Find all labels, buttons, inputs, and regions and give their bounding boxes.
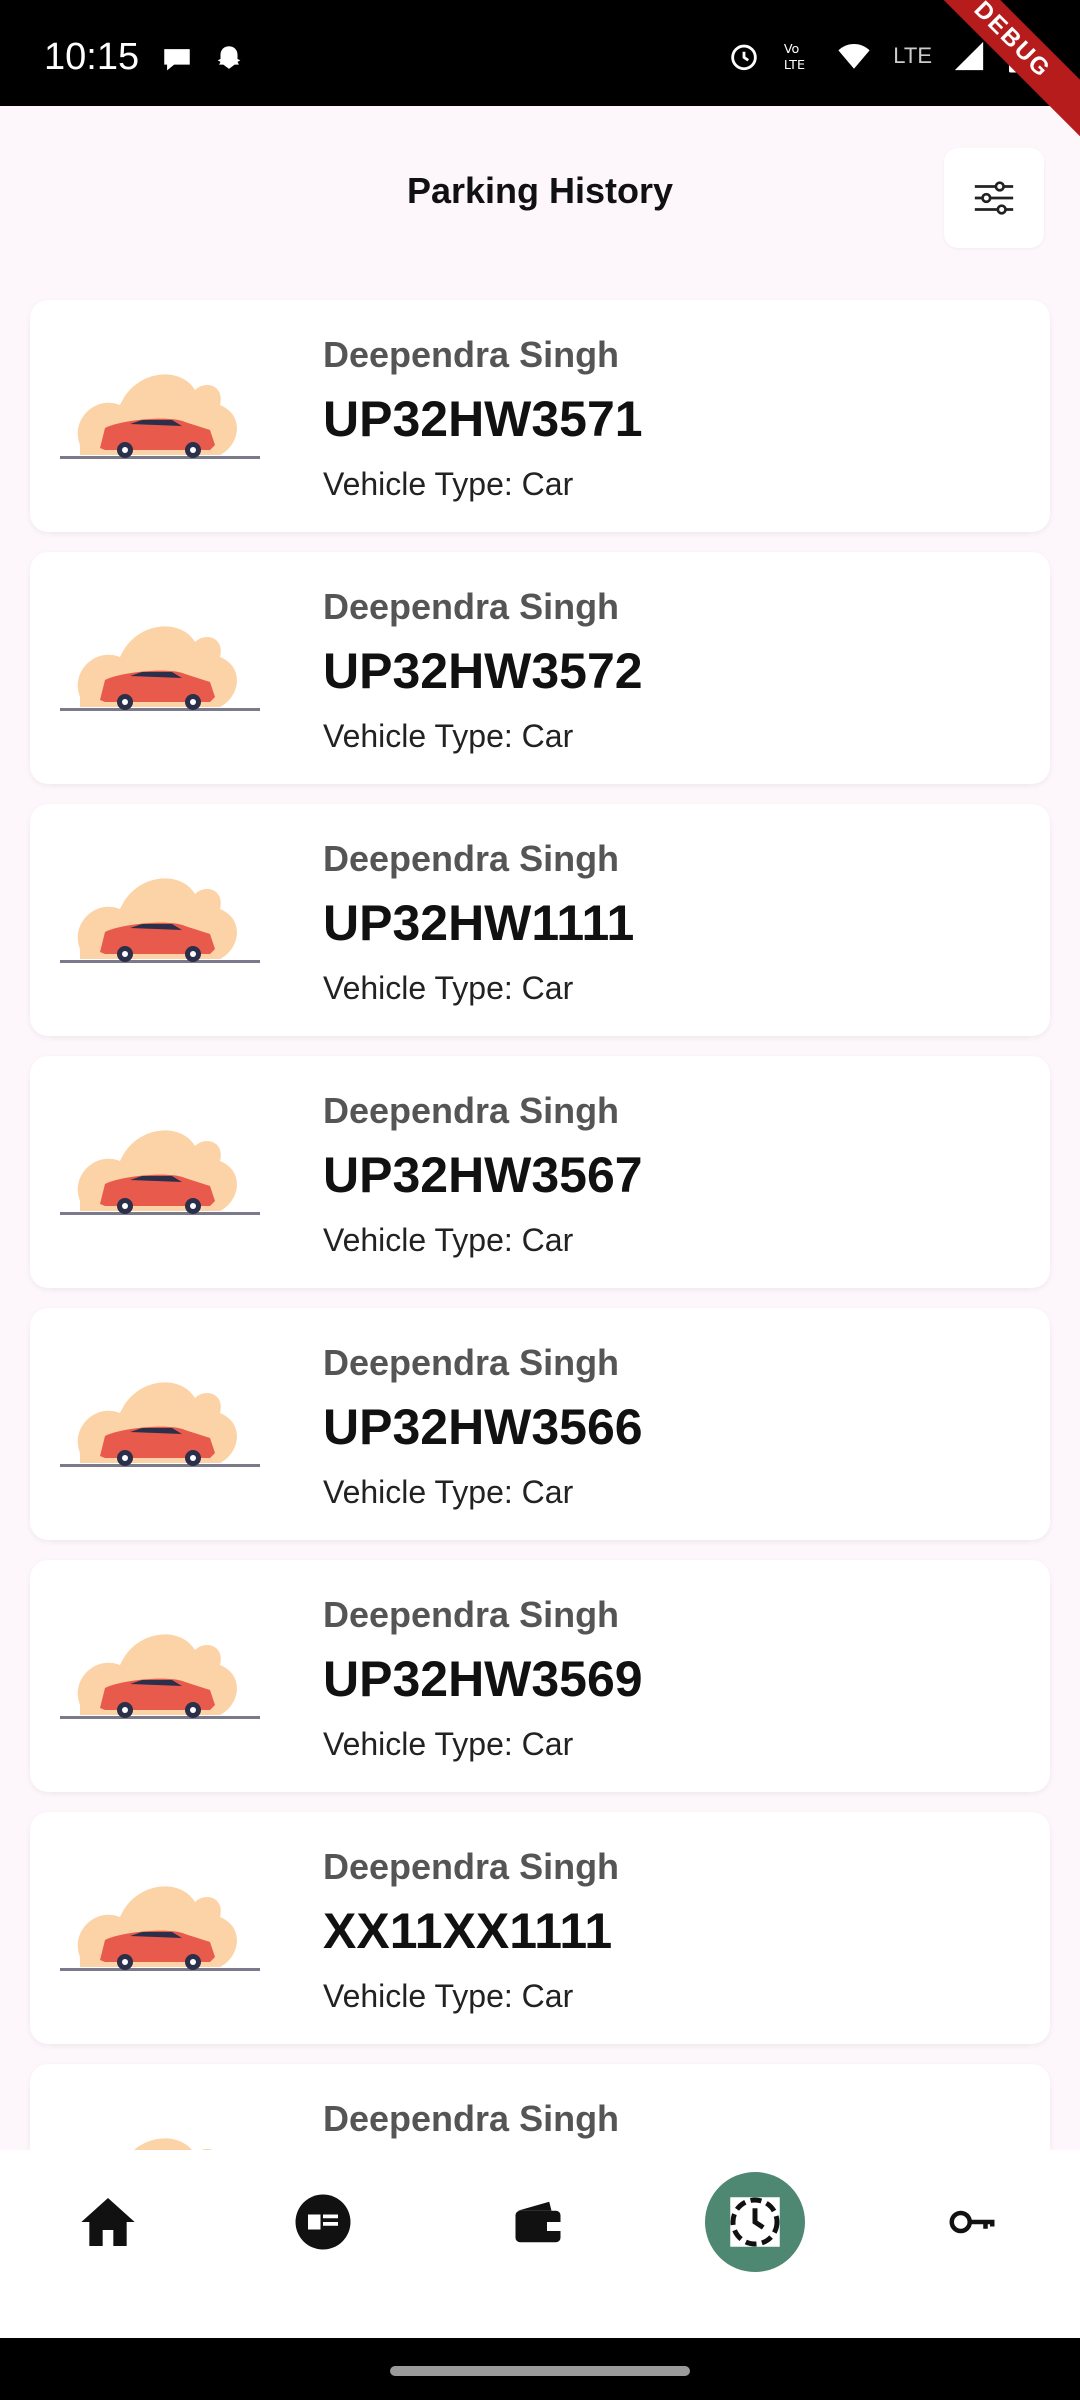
vehicle-plate: UP32HW3566 xyxy=(323,1399,643,1455)
filter-button[interactable] xyxy=(944,148,1044,248)
home-icon xyxy=(81,2198,135,2246)
vehicle-type: Vehicle Type: Car xyxy=(323,1726,574,1762)
vehicle-plate: UP32HW1111 xyxy=(323,895,635,951)
filter-sliders-icon xyxy=(974,181,1014,215)
car-illustration-icon xyxy=(60,878,260,963)
car-illustration-icon xyxy=(60,1886,260,1971)
status-bar: 10:15 Vo LTE LTE DEBUG xyxy=(0,0,1080,147)
vehicle-plate: UP32HW3569 xyxy=(323,1651,643,1707)
svg-text:LTE: LTE xyxy=(784,58,805,73)
nav-wallet[interactable] xyxy=(488,2172,588,2272)
owner-name: Deependra Singh xyxy=(323,1090,620,1131)
vehicle-plate: UP32HW3572 xyxy=(323,643,643,699)
car-illustration-icon xyxy=(60,374,260,459)
car-illustration-icon xyxy=(60,626,260,711)
nav-id-card[interactable] xyxy=(273,2172,373,2272)
owner-name: Deependra Singh xyxy=(323,1342,620,1383)
owner-name: Deependra Singh xyxy=(323,1846,620,1887)
parking-card[interactable]: Deependra Singh UP32HW3569 Vehicle Type:… xyxy=(30,1560,1050,1792)
car-illustration-icon xyxy=(60,1382,260,1467)
key-icon xyxy=(949,2210,995,2234)
snapchat-icon xyxy=(217,46,241,69)
system-navigation-bar xyxy=(0,2338,1080,2400)
owner-name: Deependra Singh xyxy=(323,586,620,627)
car-illustration-icon xyxy=(60,1634,260,1719)
status-time: 10:15 xyxy=(44,36,140,78)
owner-name: Deependra Singh xyxy=(323,1594,620,1635)
network-label: LTE xyxy=(893,43,932,68)
vehicle-type: Vehicle Type: Car xyxy=(323,1222,574,1258)
parking-card[interactable]: Deependra Singh XX11XX1111 Vehicle Type:… xyxy=(30,1812,1050,2044)
owner-name: Deependra Singh xyxy=(323,838,620,879)
nav-home[interactable] xyxy=(58,2172,158,2272)
owner-name: Deependra Singh xyxy=(323,334,620,375)
svg-text:Vo: Vo xyxy=(784,42,800,57)
alarm-icon xyxy=(731,44,758,71)
vehicle-type: Vehicle Type: Car xyxy=(323,970,574,1006)
parking-card[interactable]: Deependra Singh UP32HW3566 Vehicle Type:… xyxy=(30,1308,1050,1540)
wallet-icon xyxy=(515,2201,561,2243)
id-card-icon xyxy=(295,2194,351,2250)
vehicle-plate: UP32HW3567 xyxy=(323,1147,643,1203)
status-left-icons xyxy=(160,42,246,76)
vehicle-type: Vehicle Type: Car xyxy=(323,718,574,754)
parking-history-list[interactable]: Deependra Singh UP32HW3571 Vehicle Type:… xyxy=(30,300,1050,2316)
volte-icon: VoLTE xyxy=(784,42,805,73)
vehicle-type: Vehicle Type: Car xyxy=(323,1978,574,2014)
vehicle-type: Vehicle Type: Car xyxy=(323,1474,574,1510)
owner-name: Deependra Singh xyxy=(323,2098,620,2139)
car-illustration-icon xyxy=(60,1130,260,1215)
parking-card[interactable]: Deependra Singh UP32HW3572 Vehicle Type:… xyxy=(30,552,1050,784)
vehicle-plate: XX11XX1111 xyxy=(323,1903,613,1959)
parking-card[interactable]: Deependra Singh UP32HW3571 Vehicle Type:… xyxy=(30,300,1050,532)
history-clock-icon xyxy=(730,2197,780,2247)
app-bar: Parking History xyxy=(0,106,1080,276)
nav-history[interactable] xyxy=(705,2172,805,2272)
parking-card[interactable]: Deependra Singh UP32HW1111 Vehicle Type:… xyxy=(30,804,1050,1036)
vehicle-type: Vehicle Type: Car xyxy=(323,466,574,502)
vehicle-plate: UP32HW3571 xyxy=(323,391,643,447)
wifi-icon xyxy=(838,43,870,69)
signal-icon xyxy=(954,41,984,71)
page-title: Parking History xyxy=(406,170,674,211)
nav-key[interactable] xyxy=(922,2172,1022,2272)
chat-bubble-icon xyxy=(164,49,190,71)
home-indicator[interactable] xyxy=(390,2366,690,2376)
bottom-navigation xyxy=(0,2150,1080,2338)
parking-card[interactable]: Deependra Singh UP32HW3567 Vehicle Type:… xyxy=(30,1056,1050,1288)
status-right-icons: Vo LTE LTE xyxy=(727,38,1030,74)
